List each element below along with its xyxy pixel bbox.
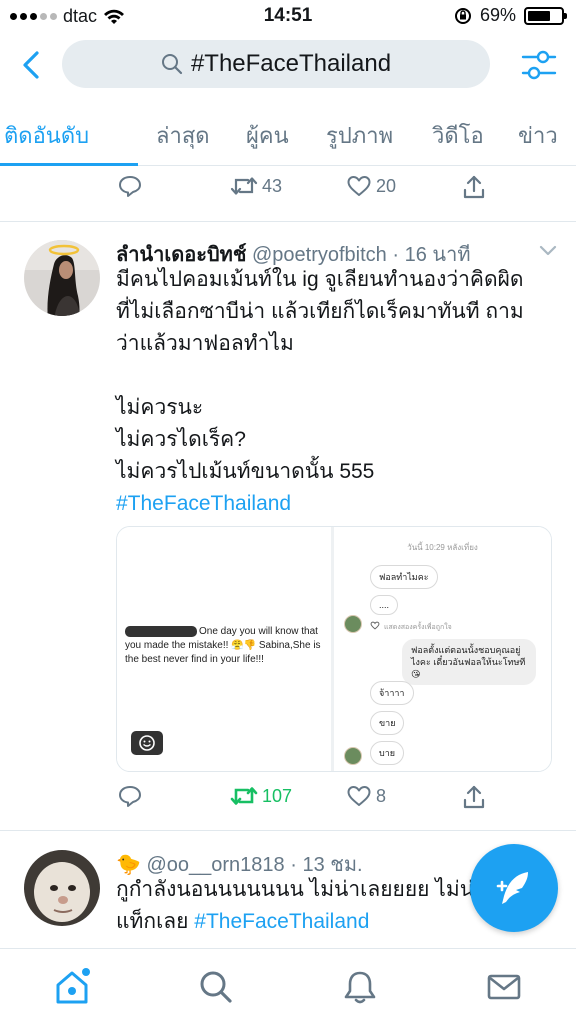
hashtag-link[interactable]: #TheFaceThailand bbox=[116, 488, 546, 520]
chat-avatar bbox=[344, 747, 362, 765]
tab-videos[interactable]: วิดีโอ bbox=[432, 118, 484, 153]
sliders-icon bbox=[521, 50, 557, 80]
chat-timestamp: วันนี้ 10:29 หลังเที่ยง bbox=[407, 543, 478, 552]
search-filter-button[interactable] bbox=[520, 46, 558, 84]
battery-level bbox=[528, 10, 551, 21]
tab-latest[interactable]: ล่าสุด bbox=[156, 118, 210, 153]
active-tab-indicator bbox=[0, 163, 138, 166]
display-name[interactable]: ลำนำเดอะบิทช์ bbox=[116, 244, 246, 266]
media-image-comment[interactable]: One day you will know that you made the … bbox=[117, 527, 331, 771]
tweet-time: 16 นาที bbox=[404, 244, 471, 266]
rotation-lock-icon bbox=[454, 7, 471, 24]
tweet-text-line: ที่ไม่เลือกซาบีน่า แล้วเทียก็ไดเร็คมาทัน… bbox=[116, 300, 524, 323]
tweet-text-segment: แท็กเลย bbox=[116, 910, 195, 933]
battery-percent: 69% bbox=[479, 5, 516, 25]
meta-separator: · bbox=[392, 244, 400, 266]
bell-icon bbox=[344, 971, 376, 1004]
back-button[interactable] bbox=[14, 48, 48, 82]
search-header: #TheFaceThailand bbox=[0, 38, 576, 94]
ig-comment: One day you will know that you made the … bbox=[125, 625, 331, 667]
chat-avatar bbox=[344, 615, 362, 633]
retweet-button[interactable]: 43 bbox=[230, 174, 282, 198]
search-input[interactable]: #TheFaceThailand bbox=[62, 40, 490, 88]
chat-bubble: ฟอลทำไมคะ bbox=[370, 565, 438, 589]
reply-button[interactable] bbox=[118, 784, 142, 808]
status-bar: dtac 14:51 69% bbox=[0, 0, 576, 34]
username[interactable]: @oo__orn1818 bbox=[146, 854, 284, 876]
like-button[interactable]: 8 bbox=[346, 784, 386, 808]
redacted-username bbox=[125, 625, 197, 637]
tweet-actions: 107 8 bbox=[0, 784, 576, 824]
chat-bubble: .... bbox=[370, 595, 399, 615]
chat-bubble: ขาย bbox=[370, 711, 405, 735]
tab-people[interactable]: ผู้คน bbox=[246, 118, 289, 153]
like-count: 20 bbox=[376, 175, 397, 196]
tweet-text-line: ไม่ควรไปเม้นท์ขนาดนั้น 555 bbox=[116, 460, 375, 483]
search-tabs: ติดอันดับ ล่าสุด ผู้คน รูปภาพ วิดีโอ ข่า… bbox=[0, 108, 576, 166]
heart-icon bbox=[370, 621, 380, 630]
tweet-text-line: ไม่ควรนะ bbox=[116, 396, 204, 419]
retweet-button[interactable]: 107 bbox=[230, 784, 292, 808]
chat-bubble-me: ฟอลตั้งแต่ตอนนั้งชอบคุณอยู่ไงคะ เดี๋ยวอั… bbox=[402, 639, 536, 685]
avatar[interactable] bbox=[24, 240, 100, 316]
retweet-icon bbox=[230, 177, 258, 195]
smiley-icon bbox=[131, 731, 163, 755]
compose-feather-icon bbox=[496, 872, 528, 904]
tab-photos[interactable]: รูปภาพ bbox=[326, 118, 393, 153]
search-query: #TheFaceThailand bbox=[190, 50, 392, 77]
retweet-icon bbox=[230, 787, 258, 805]
search-icon bbox=[200, 971, 232, 1003]
retweet-count: 43 bbox=[262, 175, 283, 196]
like-count: 8 bbox=[376, 785, 387, 806]
compose-tweet-button[interactable] bbox=[470, 844, 558, 932]
reply-icon bbox=[119, 176, 141, 197]
battery-icon bbox=[524, 6, 567, 25]
username[interactable]: @poetryofbitch bbox=[252, 244, 387, 266]
nav-search[interactable] bbox=[196, 967, 236, 1007]
bottom-nav bbox=[0, 948, 576, 1024]
heart-icon bbox=[347, 176, 371, 196]
meta-separator: · bbox=[290, 854, 297, 876]
share-icon bbox=[463, 175, 485, 199]
nav-messages[interactable] bbox=[484, 967, 524, 1007]
reply-icon bbox=[119, 786, 141, 807]
nav-notifications[interactable] bbox=[340, 967, 380, 1007]
like-button[interactable]: 20 bbox=[346, 174, 396, 198]
media-image-chat[interactable]: วันนี้ 10:29 หลังเที่ยง ฟอลทำไมคะ .... แ… bbox=[334, 527, 551, 771]
reply-button[interactable] bbox=[118, 174, 142, 198]
chat-bubble: บาย bbox=[370, 741, 405, 765]
divider bbox=[0, 830, 576, 831]
tweet-text-line: ไม่ควรไดเร็ค? bbox=[116, 428, 246, 451]
share-button[interactable] bbox=[462, 784, 486, 810]
divider bbox=[0, 221, 576, 222]
chevron-left-icon bbox=[23, 51, 39, 79]
search-icon bbox=[161, 54, 183, 75]
reaction-hint: แสดงสองครั้งเพื่อถูกใจ bbox=[384, 624, 452, 631]
tab-top[interactable]: ติดอันดับ bbox=[4, 118, 89, 153]
home-icon bbox=[56, 968, 90, 1004]
tab-news[interactable]: ข่าว bbox=[518, 118, 558, 153]
retweet-count: 107 bbox=[262, 785, 293, 806]
display-name-emoji[interactable]: 🐤 bbox=[116, 854, 141, 876]
chat-bubble: จ้าาาา bbox=[370, 681, 414, 705]
tweet-text: มีคนไปคอมเม้นท์ใน ig จูเลียนทำนองว่าคิดผ… bbox=[116, 264, 546, 520]
tweet-time: 13 ชม. bbox=[302, 854, 363, 876]
nav-home[interactable] bbox=[52, 967, 92, 1007]
heart-icon bbox=[347, 786, 371, 806]
share-button[interactable] bbox=[462, 174, 486, 200]
share-icon bbox=[463, 785, 485, 809]
hashtag-link[interactable]: #TheFaceThailand bbox=[194, 910, 369, 933]
tweet-media[interactable]: One day you will know that you made the … bbox=[116, 526, 552, 772]
chevron-down-icon[interactable] bbox=[538, 244, 558, 258]
avatar[interactable] bbox=[24, 850, 100, 926]
tweet-text-line: มีคนไปคอมเม้นท์ใน ig จูเลียนทำนองว่าคิดผ… bbox=[116, 268, 524, 291]
prev-tweet-actions: 43 20 bbox=[0, 174, 576, 214]
envelope-icon bbox=[487, 974, 521, 1000]
tweet-text-line bbox=[116, 360, 546, 392]
tweet-text-line: ว่าแล้วมาฟอลทำไม bbox=[116, 332, 294, 355]
